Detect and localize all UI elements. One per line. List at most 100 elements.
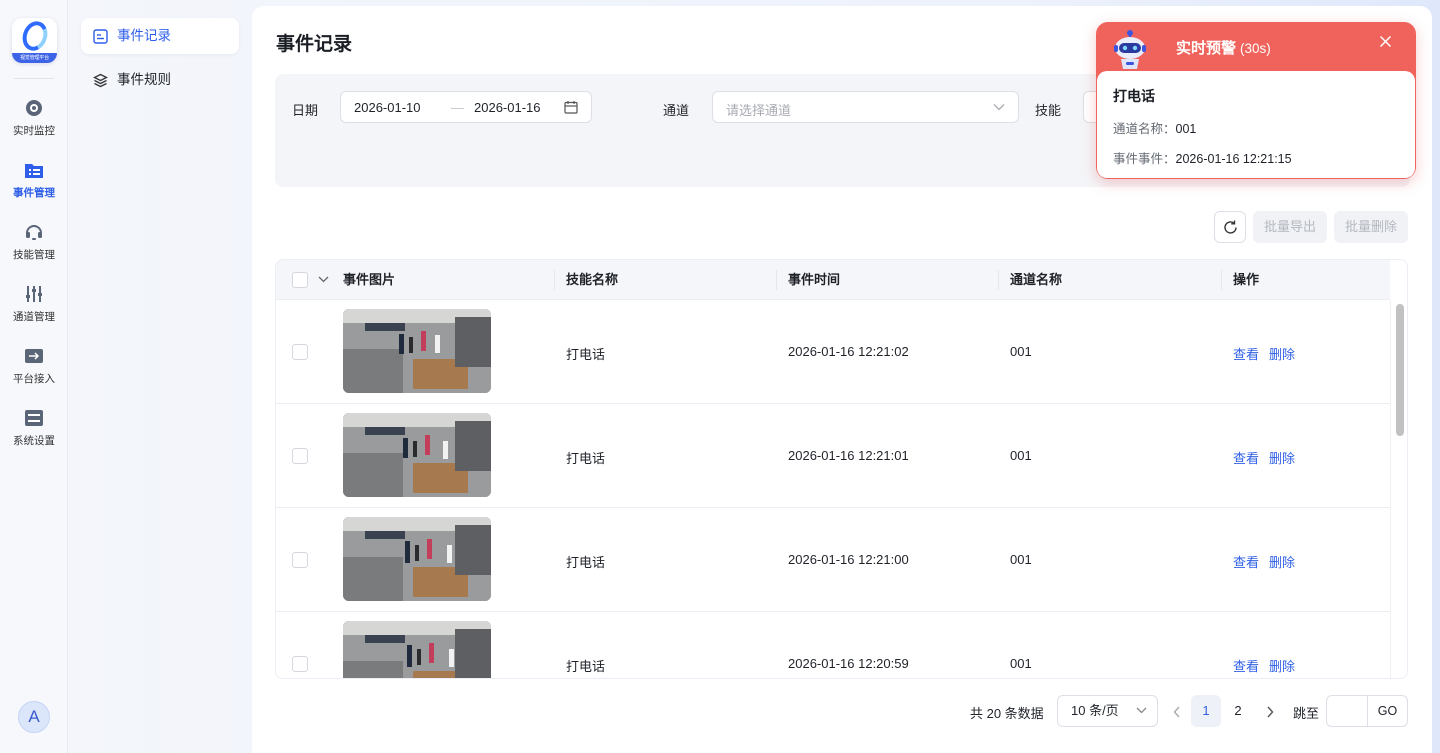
logo-mark (18, 18, 52, 55)
delete-link[interactable]: 删除 (1269, 448, 1295, 467)
chevron-down-icon[interactable] (318, 276, 329, 283)
page-size-select[interactable]: 10 条/页 (1057, 695, 1158, 727)
rail-item-settings[interactable]: 系统设置 (0, 408, 68, 460)
column-header-image: 事件图片 (343, 272, 396, 287)
subnav-item-event-rules[interactable]: 事件规则 (81, 62, 239, 98)
cell-skill: 打电话 (566, 659, 606, 674)
alert-event-name: 打电话 (1113, 88, 1155, 104)
view-link[interactable]: 查看 (1233, 448, 1259, 467)
channel-select[interactable]: 请选择通道 (712, 91, 1019, 123)
cell-time: 2026-01-16 12:21:02 (788, 344, 909, 359)
delete-link[interactable]: 删除 (1269, 552, 1295, 571)
view-link[interactable]: 查看 (1233, 656, 1259, 675)
cell-channel: 001 (1010, 656, 1032, 671)
batch-delete-button[interactable]: 批量删除 (1334, 211, 1408, 243)
subnav-label-event-rules: 事件规则 (117, 72, 171, 87)
alert-time-row: 事件事件：2026-01-16 12:21:15 (1113, 148, 1292, 167)
select-all-checkbox[interactable] (292, 272, 308, 288)
table-row: 打电话 2026-01-16 12:20:59 001 查看 删除 (276, 612, 1390, 678)
delete-link[interactable]: 删除 (1269, 656, 1295, 675)
realtime-alert-popup: 实时预警 (30s) 打电话 通道名称：001 事件事件：2026-01-16 1… (1096, 22, 1416, 179)
batch-export-button[interactable]: 批量导出 (1253, 211, 1327, 243)
alert-event-value: 2026-01-16 12:21:15 (1175, 152, 1292, 166)
headset-icon (26, 225, 42, 240)
rail-label-settings: 系统设置 (13, 435, 55, 447)
rail-item-skills[interactable]: 技能管理 (0, 222, 68, 274)
sliders-icon (26, 286, 42, 302)
chevron-right-icon (1267, 706, 1274, 718)
cell-time: 2026-01-16 12:20:59 (788, 656, 909, 671)
table-row: 打电话 2026-01-16 12:21:02 001 查看 删除 (276, 300, 1390, 404)
row-checkbox[interactable] (292, 448, 308, 464)
view-link[interactable]: 查看 (1233, 552, 1259, 571)
rail-item-monitor[interactable]: 实时监控 (0, 98, 68, 150)
go-button[interactable]: GO (1367, 695, 1408, 727)
channel-label: 通道 (663, 103, 690, 118)
prev-page-button[interactable] (1162, 695, 1192, 727)
alert-countdown: (30s) (1240, 41, 1271, 56)
event-thumbnail[interactable] (343, 621, 491, 678)
app-logo[interactable]: 视觉管理平台 (12, 18, 57, 63)
alert-channel-value: 001 (1175, 122, 1197, 136)
rail-item-channels[interactable]: 通道管理 (0, 284, 68, 336)
rail-item-events[interactable]: 事件管理 (0, 160, 68, 212)
camera-icon (26, 100, 42, 116)
rail-label-skills: 技能管理 (13, 249, 55, 261)
alert-channel-key: 通道名称： (1113, 122, 1176, 136)
alert-event-key: 事件事件： (1113, 152, 1176, 166)
subnav-item-event-records[interactable]: 事件记录 (81, 18, 239, 54)
table-header: 事件图片 技能名称 事件时间 通道名称 操作 (276, 260, 1390, 300)
table-row: 打电话 2026-01-16 12:21:00 001 查看 删除 (276, 508, 1390, 612)
row-checkbox[interactable] (292, 552, 308, 568)
rail-item-access[interactable]: 平台接入 (0, 346, 68, 398)
scrollbar-thumb[interactable] (1396, 304, 1404, 436)
row-checkbox[interactable] (292, 656, 308, 672)
column-header-channel: 通道名称 (997, 260, 1062, 300)
settings-icon (25, 410, 43, 426)
rail-label-monitor: 实时监控 (13, 125, 55, 137)
cell-skill: 打电话 (566, 347, 606, 362)
event-thumbnail[interactable] (343, 413, 491, 497)
chevron-down-icon (993, 104, 1005, 111)
row-checkbox[interactable] (292, 344, 308, 360)
avatar[interactable]: A (18, 701, 50, 733)
alert-title: 实时预警 (30s) (1176, 37, 1271, 58)
jump-page-input[interactable] (1326, 695, 1368, 727)
cell-time: 2026-01-16 12:21:00 (788, 552, 909, 567)
kitchen-scene-image (343, 517, 491, 601)
close-icon[interactable] (1379, 35, 1392, 48)
chevron-down-icon (1136, 707, 1147, 714)
next-page-button[interactable] (1255, 695, 1285, 727)
table-row: 打电话 2026-01-16 12:21:01 001 查看 删除 (276, 404, 1390, 508)
sub-navigation: 事件记录 事件规则 (69, 0, 251, 753)
date-range-picker[interactable]: 2026-01-10 — 2026-01-16 (340, 91, 592, 123)
page-button-1[interactable]: 1 (1191, 695, 1221, 727)
rail-label-access: 平台接入 (13, 373, 55, 385)
event-thumbnail[interactable] (343, 309, 491, 393)
delete-link[interactable]: 删除 (1269, 344, 1295, 363)
column-header-time: 事件时间 (775, 260, 840, 300)
pagination-total: 共 20 条数据 (970, 706, 1044, 721)
event-table: 事件图片 技能名称 事件时间 通道名称 操作 打电话 2026-01-16 12… (275, 259, 1408, 679)
event-list-icon (25, 164, 43, 178)
access-icon (25, 349, 43, 363)
event-thumbnail[interactable] (343, 517, 491, 601)
cell-skill: 打电话 (566, 555, 606, 570)
page-size-value: 10 条/页 (1071, 703, 1119, 718)
refresh-button[interactable] (1214, 211, 1246, 243)
layers-icon (93, 73, 108, 87)
date-start[interactable]: 2026-01-10 (354, 100, 421, 115)
page-button-2[interactable]: 2 (1223, 695, 1253, 727)
table-scrollbar[interactable] (1390, 300, 1407, 678)
view-link[interactable]: 查看 (1233, 344, 1259, 363)
kitchen-scene-image (343, 309, 491, 393)
icon-rail: 视觉管理平台 实时监控 事件管理 技能管理 通道管理 平台接入 系统设置 A (0, 0, 68, 753)
date-end[interactable]: 2026-01-16 (474, 100, 541, 115)
rail-label-channels: 通道管理 (13, 311, 55, 323)
alert-body[interactable]: 打电话 通道名称：001 事件事件：2026-01-16 12:21:15 (1097, 71, 1415, 178)
cell-channel: 001 (1010, 344, 1032, 359)
jump-label: 跳至 (1293, 706, 1320, 721)
record-icon (93, 28, 108, 44)
column-header-actions: 操作 (1220, 260, 1259, 300)
date-separator: — (451, 100, 464, 115)
